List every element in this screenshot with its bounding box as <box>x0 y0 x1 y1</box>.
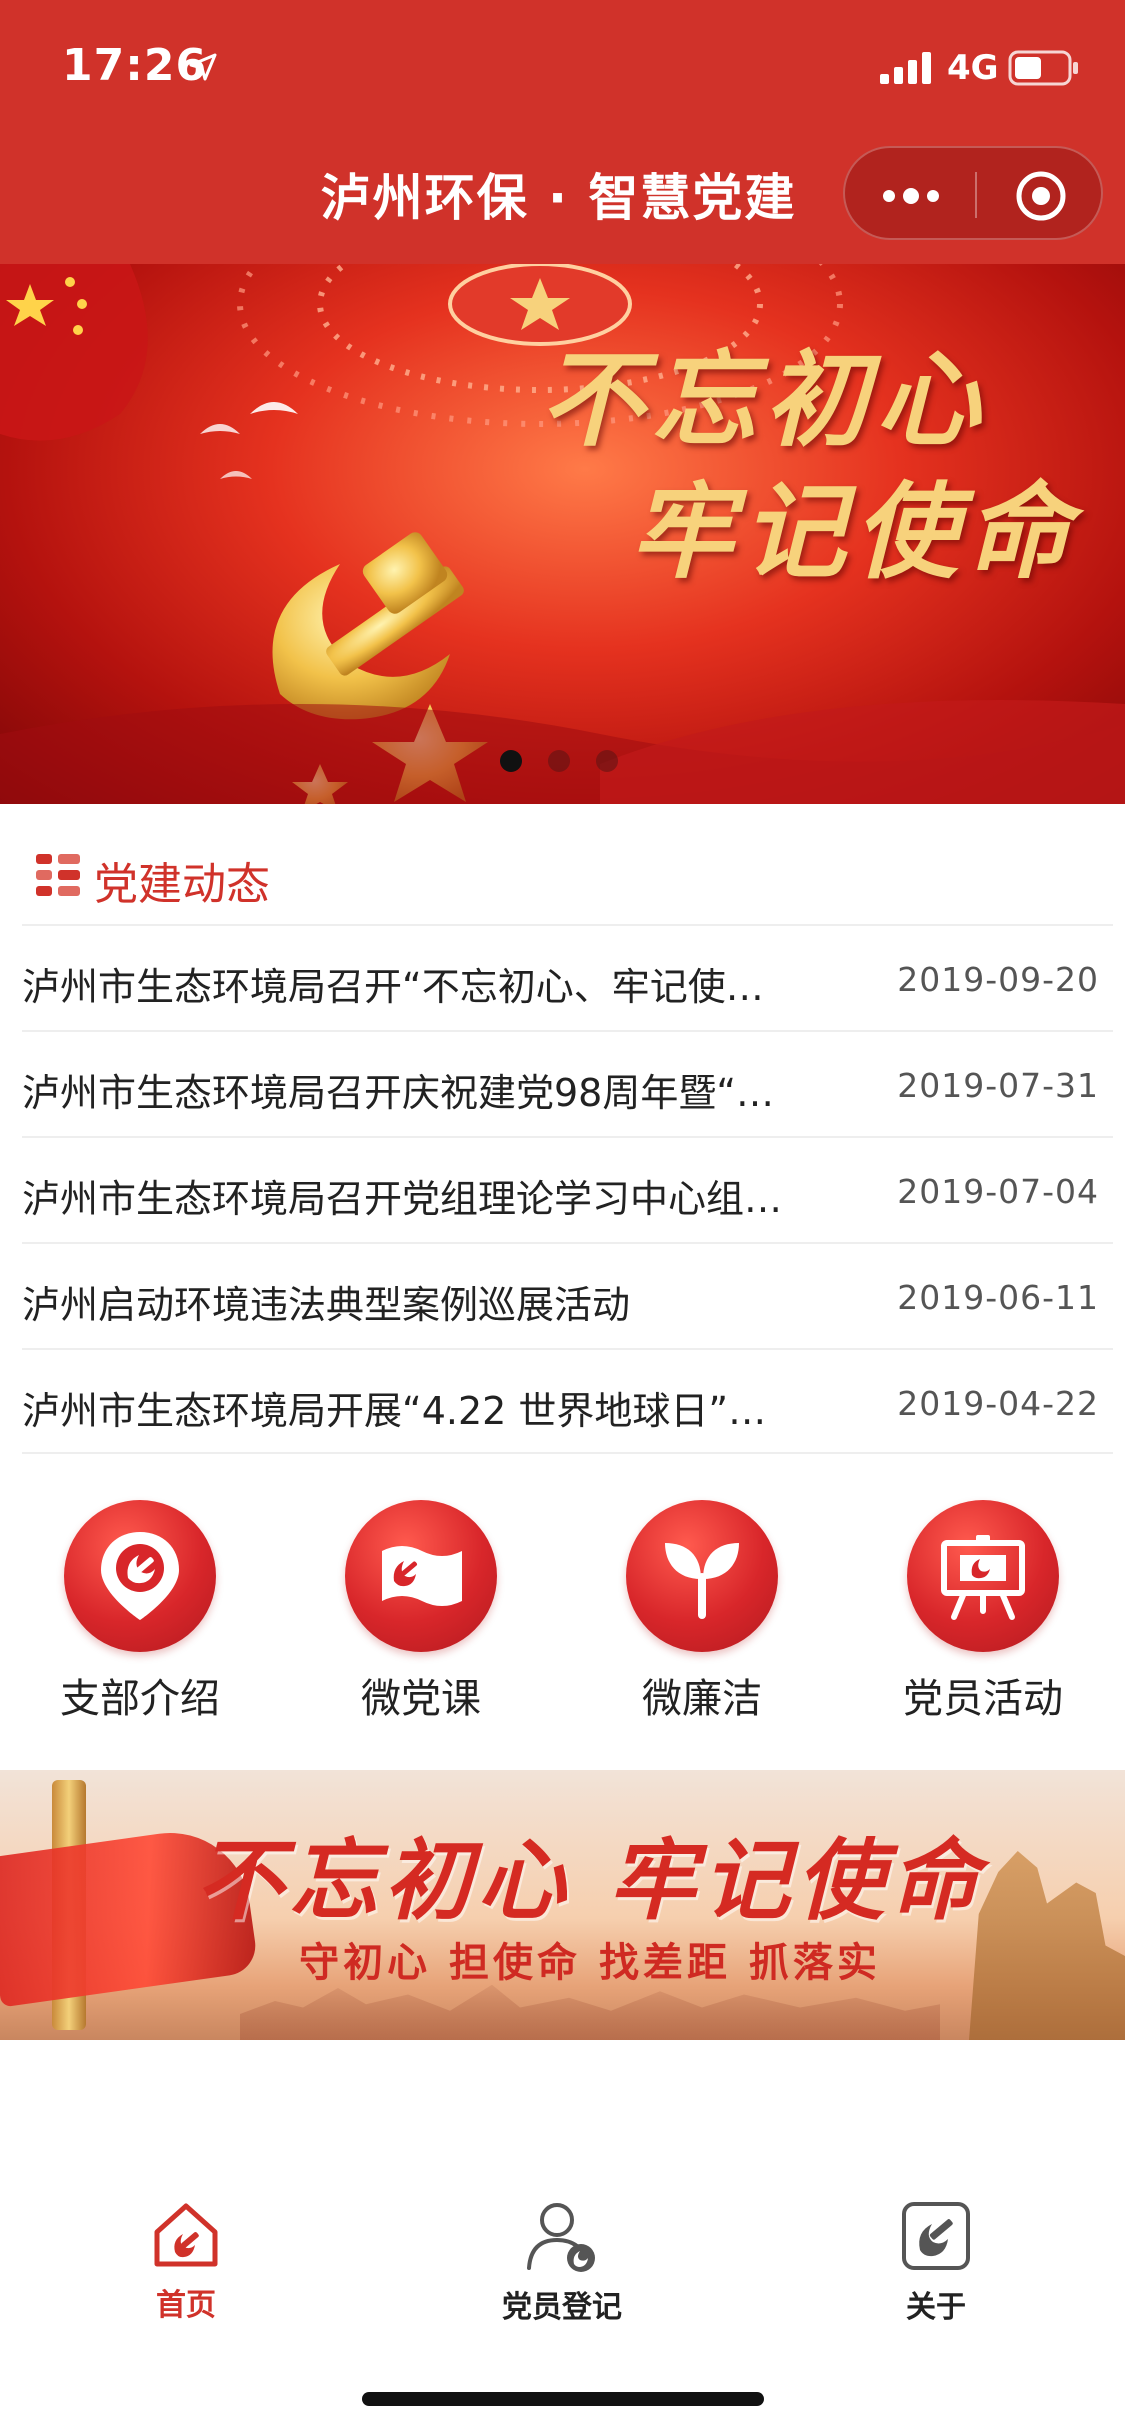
easel-board-icon[interactable] <box>907 1500 1059 1652</box>
secondary-banner[interactable]: 不忘初心 牢记使命 守初心 担使命 找差距 抓落实 <box>0 1770 1125 2040</box>
news-title: 泸州市生态环境局召开庆祝建党98周年暨“… <box>22 1071 775 1115</box>
tab-bar: 首页 党员登记 关于 <box>0 2180 1125 2340</box>
top-bar: 17:26 4G 泸州环保 · 智慧党建 <box>0 0 1125 264</box>
section-header: 党建动态 <box>0 830 1125 920</box>
tab-label: 关于 <box>906 2290 966 2325</box>
network-type: 4G <box>947 48 999 88</box>
battery-icon <box>1008 50 1080 90</box>
menu-label: 微党课 <box>361 1676 481 1722</box>
news-list: 泸州市生态环境局召开“不忘初心、牢记使… 2019-09-20 泸州市生态环境局… <box>0 924 1125 1454</box>
tab-member-register[interactable]: 党员登记 <box>452 2200 672 2326</box>
carousel-dot[interactable] <box>548 750 570 772</box>
tab-label: 首页 <box>156 2288 216 2323</box>
carousel-dot[interactable] <box>500 750 522 772</box>
banner-slogan: 不忘初心 牢记使命 <box>540 334 1100 598</box>
sprout-icon[interactable] <box>626 1500 778 1652</box>
news-date: 2019-09-20 <box>897 960 1099 999</box>
status-time: 17:26 <box>62 40 208 91</box>
news-date: 2019-07-31 <box>897 1066 1099 1105</box>
mini-program-capsule[interactable] <box>843 146 1103 240</box>
about-party-icon <box>902 2202 970 2270</box>
tab-label: 党员登记 <box>502 2290 622 2325</box>
list-icon <box>34 850 82 904</box>
menu-label: 支部介绍 <box>60 1676 220 1722</box>
news-date: 2019-04-22 <box>897 1384 1099 1423</box>
close-target-icon[interactable] <box>1013 168 1069 228</box>
status-bar: 17:26 4G <box>0 0 1125 132</box>
banner-slogan-line1: 不忘初心 <box>540 338 989 461</box>
menu-label: 微廉洁 <box>642 1676 762 1722</box>
banner-slogan-line2: 牢记使命 <box>630 470 1079 593</box>
news-date: 2019-07-04 <box>897 1172 1099 1211</box>
news-item[interactable]: 泸州市生态环境局召开“不忘初心、牢记使… 2019-09-20 <box>22 924 1113 1030</box>
menu-branch-intro[interactable]: 支部介绍 <box>0 1494 280 1724</box>
more-icon[interactable] <box>881 176 941 220</box>
carousel-indicator <box>500 750 644 776</box>
signal-icon <box>880 52 936 88</box>
tab-home[interactable]: 首页 <box>76 2200 296 2324</box>
tab-about[interactable]: 关于 <box>826 2200 1046 2326</box>
location-arrow-icon <box>188 52 218 86</box>
party-flag-icon[interactable] <box>345 1500 497 1652</box>
member-register-icon <box>527 2203 595 2272</box>
hero-banner[interactable]: 不忘初心 牢记使命 <box>0 264 1125 804</box>
capsule-divider <box>975 172 977 218</box>
menu-integrity[interactable]: 微廉洁 <box>562 1494 842 1724</box>
news-item[interactable]: 泸州启动环境违法典型案例巡展活动 2019-06-11 <box>22 1242 1113 1348</box>
banner2-title: 不忘初心 牢记使命 <box>195 1828 985 1932</box>
home-party-icon <box>154 2203 218 2267</box>
news-title: 泸州启动环境违法典型案例巡展活动 <box>22 1283 631 1327</box>
menu-label: 党员活动 <box>903 1676 1063 1722</box>
menu-micro-lesson[interactable]: 微党课 <box>281 1494 561 1724</box>
news-title: 泸州市生态环境局开展“4.22 世界地球日”… <box>22 1389 767 1433</box>
carousel-dot[interactable] <box>596 750 618 772</box>
location-pin-party-icon[interactable] <box>64 1500 216 1652</box>
news-date: 2019-06-11 <box>897 1278 1099 1317</box>
news-title: 泸州市生态环境局召开“不忘初心、牢记使… <box>22 965 764 1009</box>
news-item[interactable]: 泸州市生态环境局召开庆祝建党98周年暨“… 2019-07-31 <box>22 1030 1113 1136</box>
quick-menu: 支部介绍 微党课 微廉洁 党员活动 <box>0 1494 1125 1744</box>
menu-member-activity[interactable]: 党员活动 <box>843 1494 1123 1724</box>
news-title: 泸州市生态环境局召开党组理论学习中心组… <box>22 1177 783 1221</box>
news-item[interactable]: 泸州市生态环境局开展“4.22 世界地球日”… 2019-04-22 <box>22 1348 1113 1454</box>
section-title: 党建动态 <box>94 859 270 910</box>
banner2-subtitle: 守初心 担使命 找差距 抓落实 <box>299 1940 881 1986</box>
home-indicator <box>362 2392 764 2406</box>
news-item[interactable]: 泸州市生态环境局召开党组理论学习中心组… 2019-07-04 <box>22 1136 1113 1242</box>
